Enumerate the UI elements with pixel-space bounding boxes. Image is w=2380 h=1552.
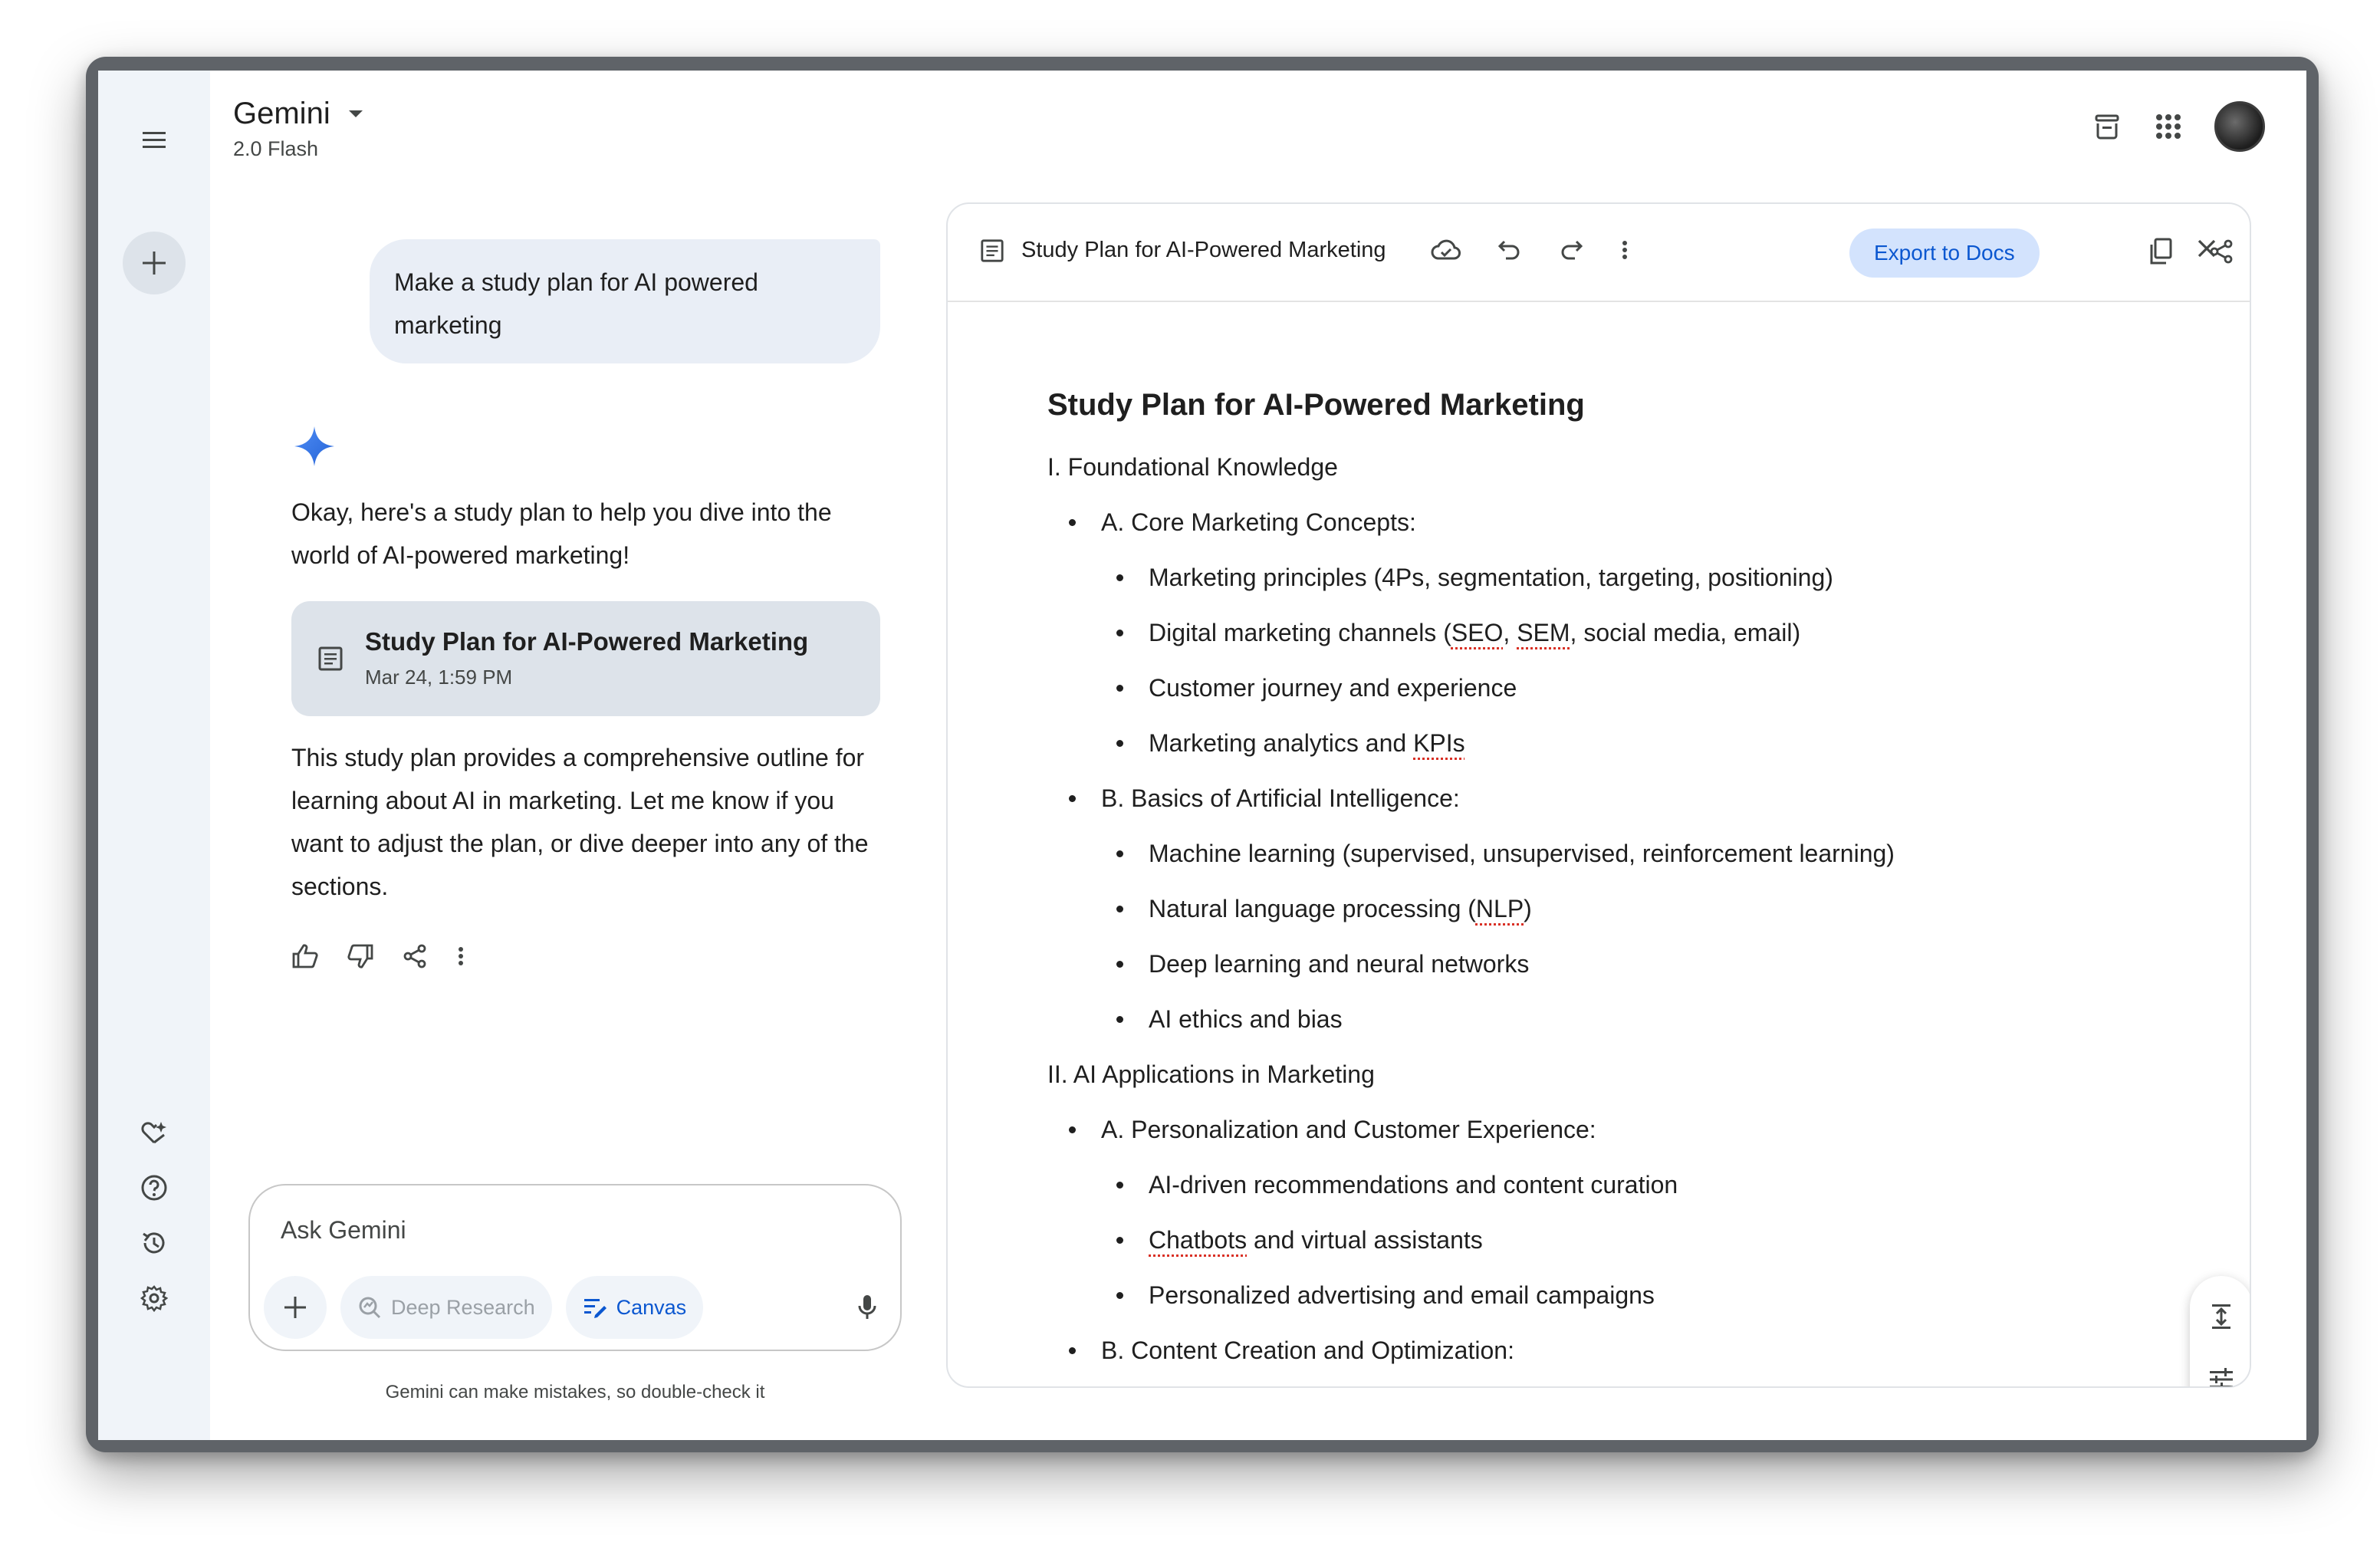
list-item: Digital marketing channels (SEO, SEM, so… bbox=[1047, 605, 2188, 660]
gemini-sparkle-icon bbox=[294, 426, 334, 466]
activity-history-icon[interactable] bbox=[138, 1227, 170, 1259]
doc-section-1: I. Foundational Knowledge bbox=[1047, 453, 1338, 481]
tune-sliders-icon[interactable] bbox=[2208, 1367, 2234, 1388]
disclaimer: Gemini can make mistakes, so double-chec… bbox=[385, 1382, 765, 1402]
list-item: Machine learning (supervised, unsupervis… bbox=[1047, 826, 2188, 881]
doc-subsection-1a: A. Core Marketing Concepts: bbox=[1047, 495, 2188, 550]
top-right-toolbar bbox=[2092, 101, 2265, 152]
doc-section-2: II. AI Applications in Marketing bbox=[1047, 1060, 1375, 1088]
canvas-title: Study Plan for AI-Powered Marketing bbox=[1021, 238, 1386, 262]
cloud-saved-icon bbox=[1431, 239, 1461, 260]
spellcheck-word: Chatbots bbox=[1149, 1226, 1248, 1254]
spellcheck-word: NLP bbox=[1475, 895, 1524, 922]
canvas-chip[interactable]: Canvas bbox=[565, 1276, 704, 1339]
spellcheck-word: KPIs bbox=[1413, 729, 1465, 757]
side-rail bbox=[98, 71, 210, 1440]
canvas-document[interactable]: Study Plan for AI-Powered Marketing I. F… bbox=[1047, 388, 2188, 1378]
doc-heading: Study Plan for AI-Powered Marketing bbox=[1047, 388, 1585, 422]
prompt-input[interactable]: Ask Gemini bbox=[281, 1216, 406, 1245]
canvas-icon bbox=[583, 1299, 607, 1318]
new-chat-button[interactable] bbox=[123, 232, 186, 294]
input-tools: Deep Research Canvas bbox=[264, 1276, 877, 1339]
card-title: Study Plan for AI-Powered Marketing bbox=[365, 627, 809, 656]
chevron-down-icon bbox=[348, 110, 363, 117]
redo-icon[interactable] bbox=[1558, 238, 1584, 261]
add-files-button[interactable] bbox=[264, 1276, 327, 1339]
copy-icon[interactable] bbox=[2148, 238, 2173, 265]
canvas-toolbar: Study Plan for AI-Powered Marketing Expo… bbox=[948, 204, 2250, 302]
response-actions bbox=[291, 943, 466, 969]
export-to-docs-button[interactable]: Export to Docs bbox=[1849, 229, 2040, 278]
response-intro: Okay, here's a study plan to help you di… bbox=[291, 498, 832, 569]
settings-gear-icon[interactable] bbox=[138, 1282, 170, 1314]
floating-edit-toolbar bbox=[2190, 1276, 2250, 1388]
response-outro: This study plan provides a comprehensive… bbox=[291, 744, 869, 900]
apps-grid-icon[interactable] bbox=[2153, 111, 2184, 142]
model-switcher[interactable]: Gemini 2.0 Flash bbox=[233, 97, 364, 161]
prompt-input-box[interactable]: Ask Gemini Deep Research Canvas bbox=[248, 1184, 902, 1351]
adjust-length-icon[interactable] bbox=[2210, 1303, 2233, 1330]
canvas-label: Canvas bbox=[616, 1295, 687, 1319]
list-item: Deep learning and neural networks bbox=[1047, 936, 2188, 991]
deep-research-label: Deep Research bbox=[391, 1295, 535, 1319]
main-menu-icon[interactable] bbox=[132, 118, 176, 163]
microphone-icon[interactable] bbox=[857, 1294, 877, 1321]
list-item: AI-driven recommendations and content cu… bbox=[1047, 1157, 2188, 1212]
thumbs-down-icon[interactable] bbox=[347, 943, 374, 969]
app-window: Gemini 2.0 Flash Make a study plan for A… bbox=[98, 71, 2306, 1440]
deep-research-icon bbox=[359, 1297, 381, 1319]
doc-subsection-2b: B. Content Creation and Optimization: bbox=[1047, 1323, 2188, 1378]
temporary-chat-icon[interactable] bbox=[2092, 111, 2122, 142]
user-message: Make a study plan for AI powered marketi… bbox=[370, 239, 880, 363]
list-item: Marketing analytics and KPIs bbox=[1047, 715, 2188, 771]
card-date: Mar 24, 1:59 PM bbox=[365, 666, 513, 689]
canvas-doc-card[interactable]: Study Plan for AI-Powered Marketing Mar … bbox=[291, 601, 880, 716]
account-avatar[interactable] bbox=[2214, 101, 2265, 152]
spellcheck-word: SEM bbox=[1517, 619, 1570, 646]
canvas-panel: Study Plan for AI-Powered Marketing Expo… bbox=[946, 202, 2251, 1388]
undo-icon[interactable] bbox=[1497, 238, 1523, 261]
doc-subsection-2a: A. Personalization and Customer Experien… bbox=[1047, 1102, 2188, 1157]
doc-subsection-1b: B. Basics of Artificial Intelligence: bbox=[1047, 771, 2188, 826]
plus-icon bbox=[284, 1297, 306, 1318]
spellcheck-word: SEO bbox=[1451, 619, 1504, 646]
list-item: Customer journey and experience bbox=[1047, 660, 2188, 715]
canvas-more-options-icon[interactable] bbox=[1619, 238, 1630, 262]
help-icon[interactable] bbox=[138, 1172, 170, 1204]
list-item: Marketing principles (4Ps, segmentation,… bbox=[1047, 550, 2188, 605]
document-icon bbox=[981, 238, 1004, 262]
deep-research-chip[interactable]: Deep Research bbox=[340, 1276, 552, 1339]
more-options-icon[interactable] bbox=[455, 943, 466, 969]
list-item: AI ethics and bias bbox=[1047, 991, 2188, 1047]
gem-manager-icon[interactable] bbox=[138, 1116, 170, 1149]
model-label: 2.0 Flash bbox=[233, 137, 319, 160]
close-icon[interactable] bbox=[2196, 238, 2217, 259]
document-icon bbox=[318, 646, 343, 671]
list-item: Natural language processing (NLP) bbox=[1047, 881, 2188, 936]
list-item: Chatbots and virtual assistants bbox=[1047, 1212, 2188, 1268]
thumbs-up-icon[interactable] bbox=[291, 943, 319, 969]
plus-icon bbox=[143, 252, 166, 275]
list-item: Personalized advertising and email campa… bbox=[1047, 1268, 2188, 1323]
share-icon[interactable] bbox=[402, 943, 428, 969]
app-title: Gemini bbox=[233, 97, 330, 130]
